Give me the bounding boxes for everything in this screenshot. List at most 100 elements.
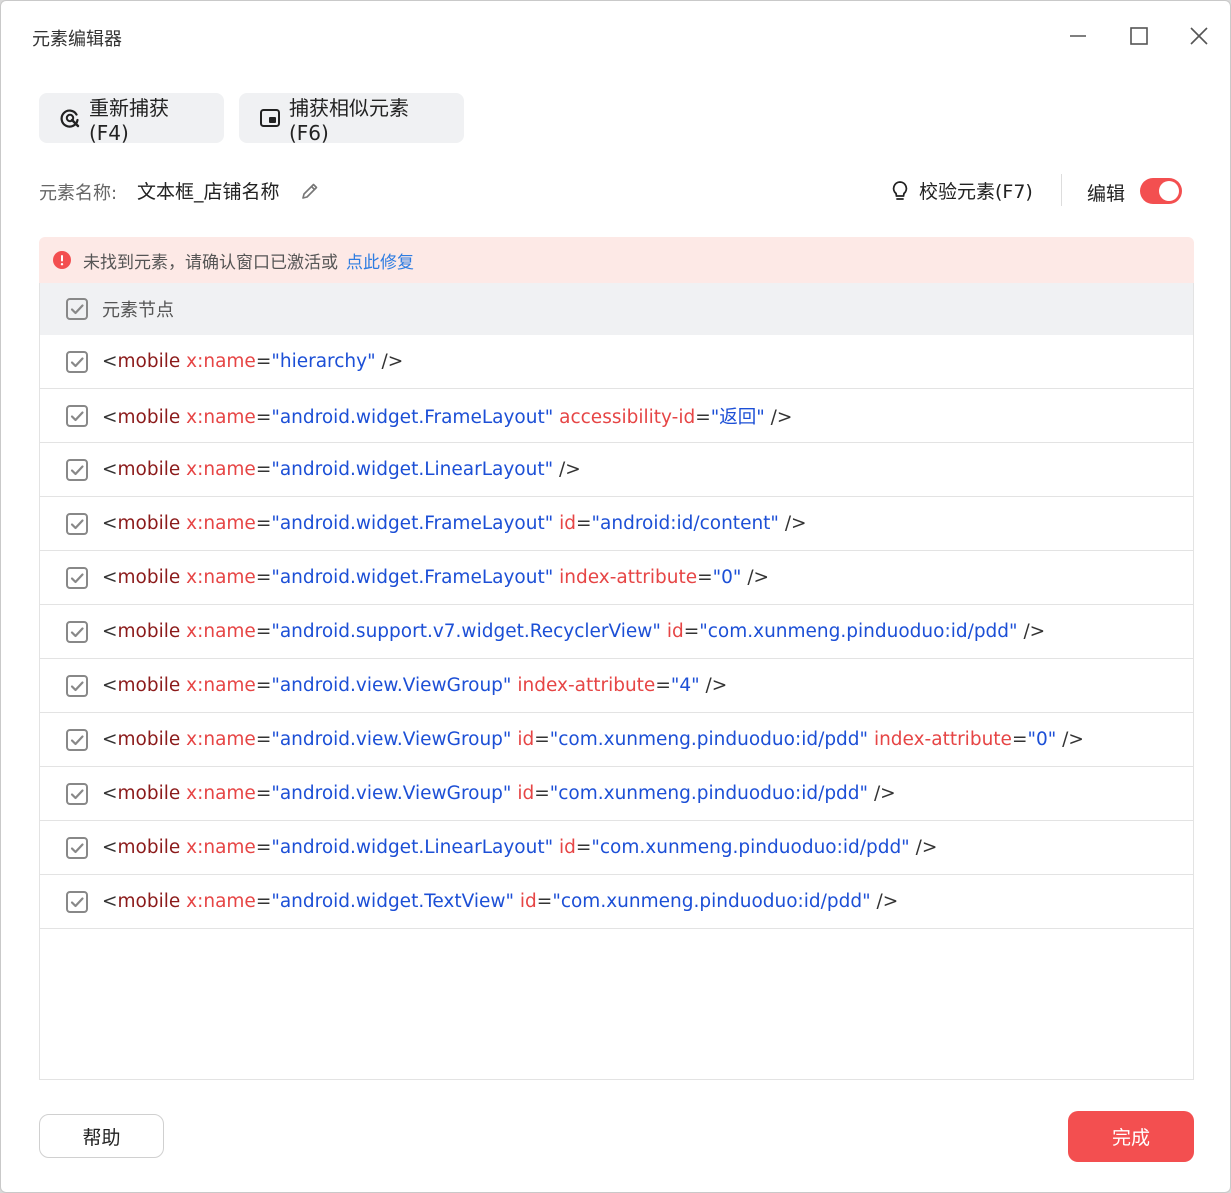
selector-val-token: "com.xunmeng.pinduoduo:id/pdd": [552, 891, 871, 912]
element-editor-window: 元素编辑器 重新捕获(F4) 捕获相似元素(F6) 元素名称: 文本框_店铺名称…: [0, 0, 1231, 1193]
selector-punc-token: =: [534, 783, 550, 804]
toggle-knob: [1159, 181, 1179, 201]
help-button[interactable]: 帮助: [39, 1114, 164, 1158]
capture-similar-button[interactable]: 捕获相似元素(F6): [239, 93, 464, 145]
row-checkbox[interactable]: [66, 728, 88, 751]
selector-punc-token: =: [255, 513, 272, 534]
row-checkbox[interactable]: [66, 458, 88, 481]
selector-punc-token: <: [102, 675, 118, 696]
tree-row[interactable]: <mobile x:name="hierarchy" />: [40, 335, 1193, 389]
selector-val-token: "android.widget.FrameLayout": [271, 513, 554, 534]
selector-attr-token: x:name: [186, 891, 256, 912]
selector-tag-token: mobile: [117, 567, 187, 588]
checkbox-checked-icon: [66, 512, 88, 535]
tree-row[interactable]: <mobile x:name="android.widget.TextView"…: [40, 875, 1193, 929]
selector-punc-token: <: [102, 567, 118, 588]
selector-punc-token: =: [575, 837, 592, 858]
checkbox-checked-icon: [66, 890, 88, 913]
selector-punc-token: =: [255, 351, 272, 372]
node-selector-text: <mobile x:name="android.widget.TextView"…: [102, 891, 898, 912]
tree-row[interactable]: <mobile x:name="android.view.ViewGroup" …: [40, 659, 1193, 713]
selector-punc-token: <: [102, 351, 118, 372]
recapture-button[interactable]: 重新捕获(F4): [39, 93, 224, 145]
recapture-icon: [59, 107, 81, 129]
toolbar-divider: [1061, 174, 1062, 206]
row-checkbox[interactable]: [66, 620, 88, 643]
selector-punc-token: />: [1017, 621, 1046, 642]
select-all-checkbox[interactable]: [66, 298, 88, 320]
window-title: 元素编辑器: [32, 29, 122, 50]
selector-punc-token: =: [576, 513, 592, 534]
edit-toggle[interactable]: [1140, 178, 1182, 204]
checkbox-checked-icon: [66, 458, 88, 481]
verify-element-button[interactable]: 校验元素(F7): [889, 177, 1033, 204]
tree-row[interactable]: <mobile x:name="android.view.ViewGroup" …: [40, 713, 1193, 767]
selector-punc-token: />: [870, 891, 899, 912]
maximize-icon: [1130, 27, 1148, 45]
selector-tag-token: mobile: [117, 837, 187, 858]
pencil-icon[interactable]: [299, 180, 321, 202]
selector-attr-token: index-attribute: [511, 675, 656, 696]
selector-attr-token: id: [553, 513, 577, 534]
selector-attr-token: x:name: [186, 783, 256, 804]
selector-attr-token: id: [511, 783, 535, 804]
selector-tag-token: mobile: [117, 729, 187, 750]
tree-row[interactable]: <mobile x:name="android.widget.FrameLayo…: [40, 551, 1193, 605]
fix-link[interactable]: 点此修复: [346, 248, 414, 273]
row-checkbox[interactable]: [66, 350, 88, 373]
selector-attr-token: x:name: [186, 406, 256, 428]
selector-val-token: "android.view.ViewGroup": [271, 675, 512, 696]
row-checkbox[interactable]: [66, 674, 88, 697]
selector-punc-token: />: [375, 351, 404, 372]
selector-punc-token: <: [102, 837, 118, 858]
tree-row[interactable]: <mobile x:name="android.widget.LinearLay…: [40, 821, 1193, 875]
error-icon: [53, 251, 71, 269]
minimize-button[interactable]: [1063, 21, 1093, 51]
tree-row[interactable]: <mobile x:name="android.support.v7.widge…: [40, 605, 1193, 659]
selector-val-token: "android.view.ViewGroup": [271, 783, 512, 804]
selector-val-token: "com.xunmeng.pinduoduo:id/pdd": [591, 837, 910, 858]
selector-punc-token: =: [255, 621, 272, 642]
selector-punc-token: />: [909, 837, 938, 858]
selector-tag-token: mobile: [117, 351, 187, 372]
error-alert: 未找到元素，请确认窗口已激活或 点此修复: [39, 237, 1194, 283]
close-button[interactable]: [1184, 21, 1214, 51]
selector-punc-token: <: [102, 891, 118, 912]
checkbox-checked-icon: [66, 298, 88, 320]
selector-attr-token: x:name: [186, 459, 256, 480]
selector-val-token: "android.support.v7.widget.RecyclerView": [271, 621, 661, 642]
row-checkbox[interactable]: [66, 404, 88, 427]
node-selector-text: <mobile x:name="android.widget.FrameLayo…: [102, 403, 792, 429]
checkbox-checked-icon: [66, 566, 88, 589]
selector-val-token: "android.widget.LinearLayout": [271, 459, 554, 480]
selector-attr-token: id: [660, 621, 684, 642]
row-checkbox[interactable]: [66, 836, 88, 859]
selector-punc-token: />: [1056, 729, 1084, 750]
row-checkbox[interactable]: [66, 782, 88, 805]
bulb-icon: [889, 179, 911, 203]
row-checkbox[interactable]: [66, 512, 88, 535]
tree-row[interactable]: <mobile x:name="android.widget.FrameLayo…: [40, 497, 1193, 551]
done-button[interactable]: 完成: [1068, 1111, 1194, 1162]
selector-attr-token: x:name: [186, 351, 256, 372]
selector-punc-token: <: [102, 406, 118, 428]
selector-attr-token: x:name: [186, 567, 256, 588]
tree-row[interactable]: <mobile x:name="android.widget.FrameLayo…: [40, 389, 1193, 443]
tree-row[interactable]: <mobile x:name="android.widget.LinearLay…: [40, 443, 1193, 497]
selector-val-token: "com.xunmeng.pinduoduo:id/pdd": [699, 621, 1018, 642]
row-checkbox[interactable]: [66, 566, 88, 589]
node-selector-text: <mobile x:name="android.widget.FrameLayo…: [102, 513, 807, 534]
selector-val-token: "android.view.ViewGroup": [271, 729, 512, 750]
selector-val-token: "4": [670, 675, 700, 696]
node-selector-text: <mobile x:name="android.support.v7.widge…: [102, 621, 1045, 642]
selector-punc-token: =: [534, 729, 550, 750]
row-checkbox[interactable]: [66, 890, 88, 913]
maximize-button[interactable]: [1124, 21, 1154, 51]
selector-tag-token: mobile: [117, 513, 187, 534]
selector-punc-token: =: [255, 837, 272, 858]
checkbox-checked-icon: [66, 350, 88, 373]
node-selector-text: <mobile x:name="android.widget.LinearLay…: [102, 459, 581, 480]
checkbox-checked-icon: [66, 620, 88, 643]
tree-row[interactable]: <mobile x:name="android.view.ViewGroup" …: [40, 767, 1193, 821]
close-icon: [1190, 27, 1208, 45]
